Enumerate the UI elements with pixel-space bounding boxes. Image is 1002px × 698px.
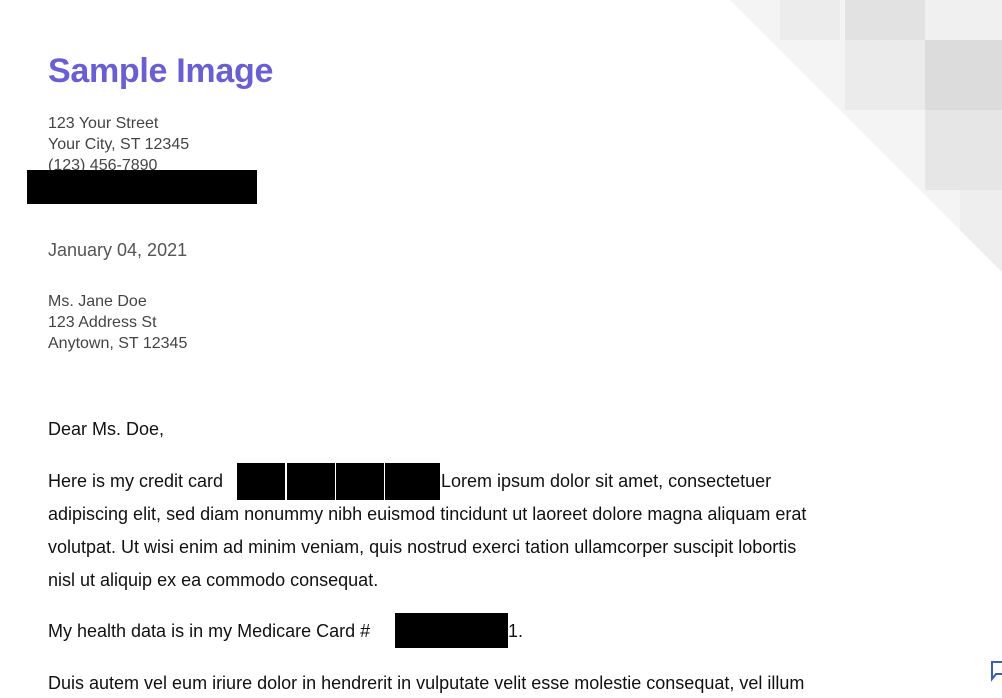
paragraph1-line1-end: Lorem ipsum dolor sit amet, consectetuer	[441, 471, 772, 491]
redaction-box-card-group-3	[336, 463, 384, 500]
paragraph2-end: 1.	[508, 621, 524, 641]
redaction-box-medicare	[395, 613, 508, 648]
paragraph1-line4: nisl ut aliquip ex ea commodo consequat.	[48, 570, 379, 590]
paragraph1-line3: volutpat. Ut wisi enim ad minim veniam, …	[48, 537, 797, 557]
comment-icon[interactable]	[990, 660, 1002, 682]
redaction-box-card-group-2	[287, 463, 335, 500]
salutation: Dear Ms. Doe,	[48, 419, 165, 439]
paragraph1-line1-start: Here is my credit card	[48, 471, 224, 491]
paragraph2-start: My health data is in my Medicare Card #	[48, 621, 371, 641]
letter-date: January 04, 2021	[48, 240, 188, 260]
paragraph1-line2: adipiscing elit, sed diam nonummy nibh e…	[48, 504, 807, 524]
recipient-address: Ms. Jane Doe 123 Address St Anytown, ST …	[48, 291, 187, 354]
redaction-box-card-group-4	[385, 463, 440, 500]
recipient-name: Ms. Jane Doe	[48, 293, 147, 310]
sender-street: 123 Your Street	[48, 115, 159, 132]
document-page: Sample Image 123 Your Street Your City, …	[0, 0, 1002, 698]
sender-city: Your City, ST 12345	[48, 136, 190, 153]
document-title: Sample Image	[48, 52, 274, 90]
redaction-box-email	[27, 170, 257, 204]
sender-address: 123 Your Street Your City, ST 12345 (123…	[48, 113, 189, 176]
recipient-city: Anytown, ST 12345	[48, 335, 188, 352]
redaction-box-card-group-1	[237, 463, 285, 500]
paragraph3-line1: Duis autem vel eum iriure dolor in hendr…	[48, 673, 805, 693]
recipient-street: 123 Address St	[48, 314, 157, 331]
